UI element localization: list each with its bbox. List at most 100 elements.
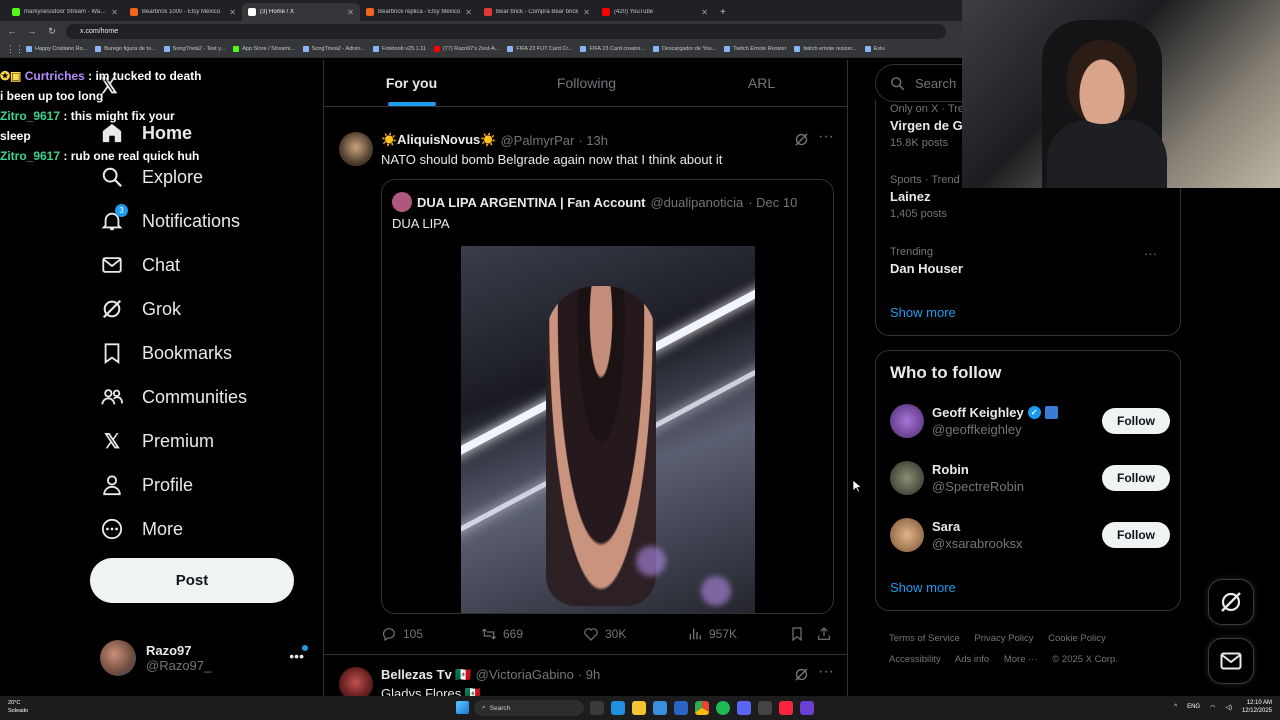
url-field[interactable]: x.com/home [66, 23, 946, 39]
bookmark-item[interactable]: Descargador de You... [652, 46, 716, 52]
browser-tab-active[interactable]: (3) Home / X ✕ [242, 3, 360, 21]
bookmark-item[interactable]: Burego figura de to... [95, 46, 156, 52]
close-icon[interactable]: ✕ [111, 8, 118, 17]
grok-icon[interactable] [794, 132, 809, 150]
file-explorer-icon[interactable] [632, 701, 646, 715]
discord-icon[interactable] [737, 701, 751, 715]
nav-profile[interactable]: Profile [100, 469, 193, 501]
chrome-icon[interactable] [695, 701, 709, 715]
nav-chat[interactable]: Chat [100, 249, 180, 281]
tab-following[interactable]: Following [499, 60, 674, 106]
footer-link-more[interactable]: More ··· [1004, 654, 1038, 665]
more-horizontal-icon[interactable]: ••• [289, 648, 304, 664]
tweet-timestamp[interactable]: · 13h [578, 133, 608, 148]
close-icon[interactable]: ✕ [465, 8, 472, 17]
bookmark-item[interactable]: FIFA 23 FUT Card Cr... [507, 46, 572, 52]
avatar[interactable] [339, 132, 373, 166]
share-button[interactable] [816, 626, 832, 642]
follow-suggestion[interactable]: Sara @xsarabrooksx Follow [890, 515, 1170, 555]
footer-link-ads-info[interactable]: Ads info [955, 654, 989, 665]
footer-link-accessibility[interactable]: Accessibility [889, 654, 941, 665]
tweet-author-handle[interactable]: @PalmyrPar [500, 133, 574, 148]
bookmark-item[interactable]: Twitch Emote Resizer [724, 46, 786, 52]
like-button[interactable]: 30K [583, 626, 687, 642]
avatar[interactable] [339, 667, 373, 696]
tweet-author-name[interactable]: ☀️AliquisNovus☀️ [381, 132, 496, 148]
language-indicator[interactable]: ENG [1187, 704, 1200, 710]
new-tab-icon[interactable]: + [714, 7, 732, 21]
footer-link-terms[interactable]: Terms of Service [889, 633, 960, 644]
music-app-icon[interactable] [779, 701, 793, 715]
bookmark-button[interactable] [789, 626, 816, 642]
browser-tab[interactable]: (420) YouTube ✕ [596, 3, 714, 21]
follow-suggestion[interactable]: Geoff Keighley ✓ @geoffkeighley Follow [890, 401, 1170, 441]
tweet-author-name[interactable]: Bellezas Tv 🇲🇽 [381, 667, 472, 683]
app-icon[interactable] [800, 701, 814, 715]
post-button[interactable]: Post [90, 558, 294, 603]
tweet[interactable]: Bellezas Tv 🇲🇽 @VictoriaGabino · 9h ··· … [324, 654, 847, 696]
close-icon[interactable]: ✕ [347, 8, 354, 17]
more-horizontal-icon[interactable]: ··· [818, 128, 834, 146]
tweet-media-image[interactable] [461, 246, 755, 613]
bookmark-item[interactable]: Fotetoob v25.1.11 [373, 46, 426, 52]
volume-icon[interactable]: ◁) [1225, 704, 1232, 711]
task-view-icon[interactable] [590, 701, 604, 715]
tweet-timestamp[interactable]: · 9h [578, 667, 600, 683]
nav-grok[interactable]: Grok [100, 293, 181, 325]
grok-floating-button[interactable] [1208, 579, 1254, 625]
trend-item[interactable]: Trending Dan Houser [890, 246, 963, 276]
bookmark-item[interactable]: App Store / Streami... [233, 46, 295, 52]
views-button[interactable]: 957K [687, 626, 789, 642]
bookmark-item[interactable]: SongTrivia2 - Adivin... [302, 46, 365, 52]
browser-tab[interactable]: Bearbrick 1000 - Etsy México ✕ [124, 3, 242, 21]
nav-communities[interactable]: Communities [100, 381, 247, 413]
obs-icon[interactable] [758, 701, 772, 715]
bookmark-item[interactable]: (77) Razo97's Zest-A... [433, 46, 499, 52]
taskbar-clock[interactable]: 12:10 AM 12/12/2025 [1242, 699, 1272, 715]
reply-button[interactable]: 105 [381, 626, 481, 642]
more-horizontal-icon[interactable]: ··· [1144, 246, 1157, 261]
windows-start-icon[interactable] [456, 701, 469, 714]
repost-button[interactable]: 669 [481, 626, 583, 642]
account-switcher[interactable]: Razo97 @Razo97_ ••• [100, 638, 310, 678]
footer-link-cookies[interactable]: Cookie Policy [1048, 633, 1106, 644]
reload-icon[interactable]: ↻ [46, 26, 58, 37]
bookmark-item[interactable]: FIFA 23 Card creator... [580, 46, 645, 52]
back-icon[interactable]: ← [6, 26, 18, 36]
follow-button[interactable]: Follow [1102, 465, 1170, 491]
tweet-author-handle[interactable]: @VictoriaGabino [476, 667, 574, 683]
nav-more[interactable]: More [100, 513, 183, 545]
browser-tab[interactable]: markynessdoor Stream - Watch ✕ [6, 3, 124, 21]
bookmark-item[interactable]: SongTrivia2 - Test y... [163, 46, 225, 52]
spotify-icon[interactable] [716, 701, 730, 715]
close-icon[interactable]: ✕ [701, 8, 708, 17]
store-icon[interactable] [653, 701, 667, 715]
taskbar-search[interactable]: ⌕ Search [474, 700, 584, 716]
grok-icon[interactable] [794, 667, 809, 685]
browser-tab[interactable]: Bearbrick replica - Etsy México ✕ [360, 3, 478, 21]
messages-floating-button[interactable] [1208, 638, 1254, 684]
show-more-link[interactable]: Show more [890, 580, 956, 595]
bookmark-item[interactable]: twitch emote resizer... [794, 46, 857, 52]
bookmark-item[interactable]: Estu [864, 46, 885, 52]
tray-chevron-icon[interactable]: ^ [1174, 704, 1177, 710]
tab-for-you[interactable]: For you [324, 60, 499, 106]
mail-app-icon[interactable] [674, 701, 688, 715]
apps-grid-icon[interactable]: ⋮⋮ [6, 44, 24, 55]
follow-suggestion[interactable]: Robin @SpectreRobin Follow [890, 458, 1170, 498]
more-horizontal-icon[interactable]: ··· [818, 663, 834, 681]
trend-item[interactable]: Sports · Trend Lainez 1,405 posts [890, 174, 960, 220]
quoted-tweet[interactable]: DUA LIPA ARGENTINA | Fan Account @dualip… [381, 179, 834, 614]
footer-link-privacy[interactable]: Privacy Policy [974, 633, 1033, 644]
follow-button[interactable]: Follow [1102, 408, 1170, 434]
nav-premium[interactable]: 𝕏 Premium [100, 425, 214, 457]
show-more-link[interactable]: Show more [890, 305, 956, 320]
edge-icon[interactable] [611, 701, 625, 715]
wifi-icon[interactable]: ◠ [1210, 704, 1215, 711]
nav-notifications[interactable]: 3 Notifications [100, 204, 240, 237]
close-icon[interactable]: ✕ [583, 8, 590, 17]
nav-bookmarks[interactable]: Bookmarks [100, 337, 232, 369]
browser-tab[interactable]: Bear brick - Compra Bear brick ✕ [478, 3, 596, 21]
tab-arl[interactable]: ARL [674, 60, 847, 106]
weather-widget[interactable]: 20°C Soleado [8, 699, 28, 715]
